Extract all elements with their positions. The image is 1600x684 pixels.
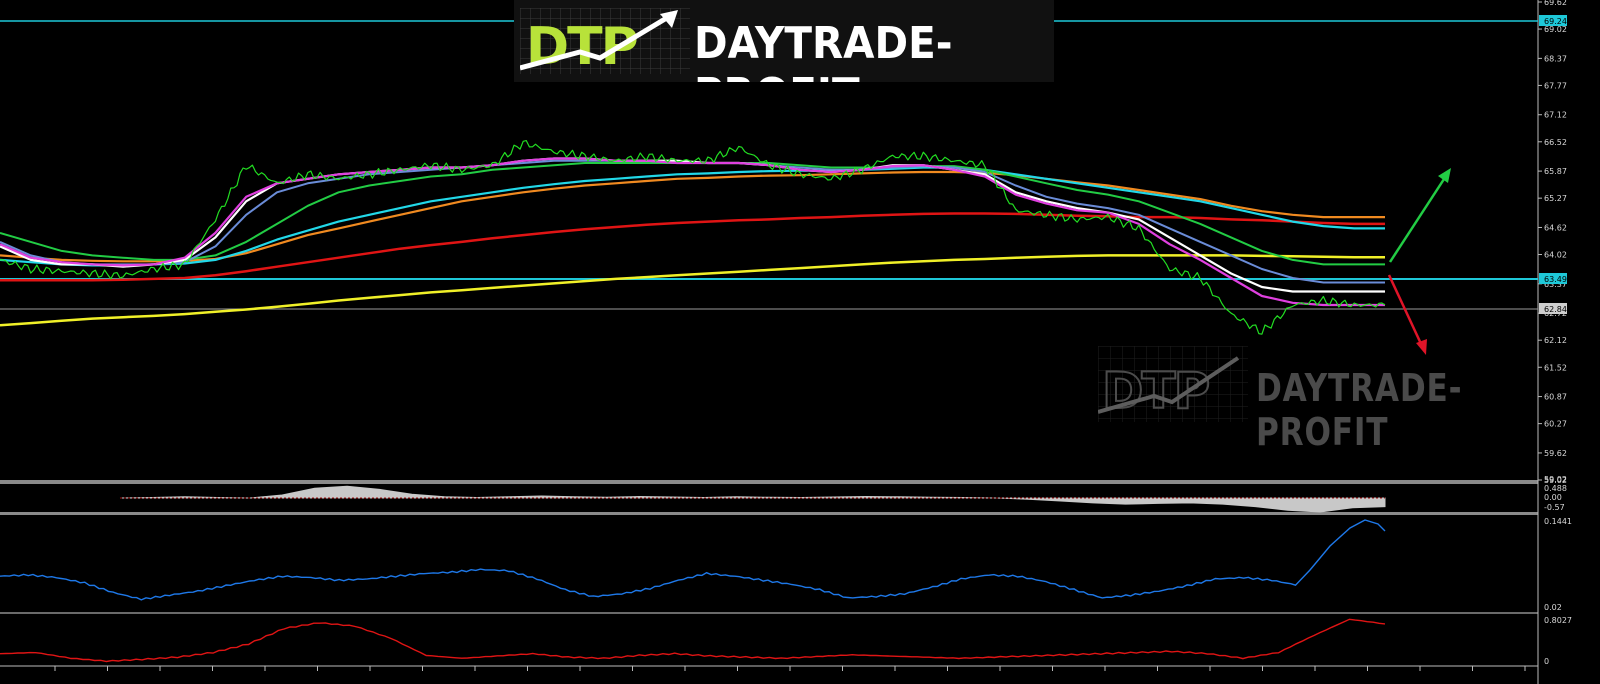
price-tick-label: 65.27: [1544, 194, 1567, 203]
red-oscillator-top-tick: 0.8027: [1544, 616, 1572, 625]
price-box-mid-label: 63.49: [1544, 275, 1567, 284]
blue-oscillator-bottom-tick: 0.02: [1544, 603, 1562, 612]
watermark-brand-name: DAYTRADE-PROFIT: [1256, 366, 1463, 454]
price-tick-label: 59.62: [1544, 449, 1567, 458]
price-tick-label: 64.02: [1544, 251, 1567, 260]
price-tick-label: 62.12: [1544, 336, 1567, 345]
price-tick-label: 68.37: [1544, 54, 1567, 63]
brand-name: DAYTRADE-PROFIT: [694, 18, 953, 82]
price-tick-label: 64.62: [1544, 223, 1567, 232]
dtp-watermark-icon: DTP: [1098, 346, 1248, 422]
red-oscillator-bottom-tick: 0: [1544, 657, 1549, 666]
price-tick-label: 69.62: [1544, 0, 1567, 7]
price-box-mid: 63.49: [1539, 273, 1567, 284]
histogram-tick-label: -0.57: [1544, 503, 1565, 512]
chart-canvas: 59.020.4880.00-0.57 0.1441 0.02 0.8027 0 6…: [0, 0, 1600, 684]
histogram-tick-label: 0.488: [1544, 484, 1567, 493]
brand-logo: DTP DAYTRADE-PROFIT: [514, 0, 1054, 82]
price-tick-label: 67.12: [1544, 111, 1567, 120]
price-tick-label: 69.02: [1544, 25, 1567, 34]
histogram-tick-label: 0.00: [1544, 493, 1562, 502]
blue-oscillator-top-tick: 0.1441: [1544, 517, 1572, 526]
panel-separator: [0, 480, 1538, 484]
watermark-logo: DTP DAYTRADE-PROFIT: [1098, 346, 1558, 454]
price-tick-label: 67.77: [1544, 81, 1567, 90]
price-box-upper-label: 69.24: [1544, 17, 1567, 26]
panel-separator: [0, 612, 1538, 614]
price-tick-label: 66.52: [1544, 138, 1567, 147]
dtp-logo-icon: DTP: [520, 8, 690, 74]
price-box-upper: 69.24: [1539, 15, 1567, 26]
price-tick-label: 59.02: [1544, 476, 1567, 485]
price-box-gray-label: 62.84: [1544, 305, 1567, 314]
price-tick-label: 65.87: [1544, 167, 1567, 176]
price-box-gray: 62.84: [1539, 303, 1567, 314]
svg-text:DTP: DTP: [1102, 362, 1209, 420]
panel-separator: [0, 512, 1538, 515]
